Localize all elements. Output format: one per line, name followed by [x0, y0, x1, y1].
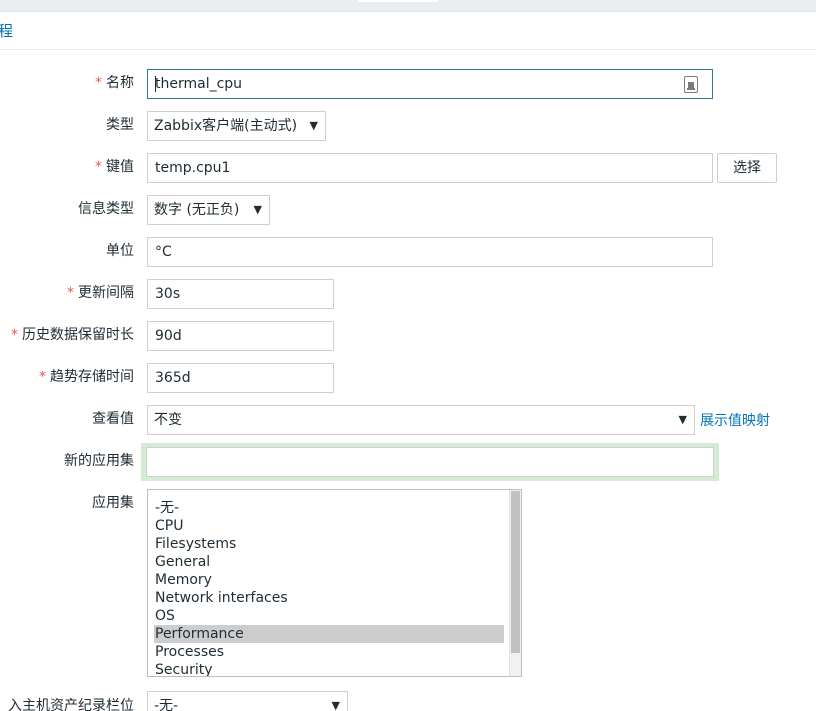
autofill-icon[interactable] — [684, 76, 698, 93]
new-application-input[interactable] — [146, 447, 714, 477]
key-input[interactable]: temp.cpu1 — [147, 153, 713, 183]
trends-label: * 趋势存储时间 — [39, 367, 134, 387]
units-label: 单位 — [106, 243, 134, 259]
active-tab[interactable] — [358, 0, 438, 2]
info-type-select-value: 数字 (无正负) — [154, 202, 240, 218]
key-select-button[interactable]: 选择 — [717, 153, 777, 183]
application-option[interactable]: -无- — [154, 499, 504, 517]
key-label-text: 键值 — [106, 159, 134, 175]
key-label: * 键值 — [95, 157, 134, 177]
value-map-select[interactable]: 不变 ▼ — [147, 405, 695, 435]
type-select-value: Zabbix客户端(主动式) — [154, 118, 298, 134]
breadcrumb-divider — [0, 49, 816, 50]
trends-label-text: 趋势存储时间 — [50, 369, 134, 385]
top-tab-bar — [0, 0, 816, 12]
show-value-mappings-link[interactable]: 展示值映射 — [700, 411, 770, 431]
name-input-value: thermal_cpu — [155, 76, 243, 92]
trends-input[interactable]: 365d — [147, 363, 334, 393]
history-label-text: 历史数据保留时长 — [22, 327, 134, 343]
applications-label: 应用集 — [92, 495, 134, 511]
application-option[interactable]: Network interfaces — [154, 589, 504, 607]
application-option[interactable]: Memory — [154, 571, 504, 589]
listbox-scrollbar[interactable] — [509, 490, 521, 676]
applications-listbox[interactable]: -无- CPU Filesystems General Memory Netwo… — [147, 489, 522, 677]
name-input[interactable]: thermal_cpu — [147, 69, 713, 99]
required-marker: * — [67, 285, 74, 301]
application-option[interactable]: CPU — [154, 517, 504, 535]
breadcrumb[interactable]: 程 — [0, 20, 18, 42]
application-option[interactable]: Processes — [154, 643, 504, 661]
dropdown-arrow-icon: ▼ — [309, 119, 318, 132]
required-marker: * — [95, 75, 102, 91]
history-input[interactable]: 90d — [147, 321, 334, 351]
inventory-field-label: 入主机资产纪录栏位 — [8, 698, 134, 711]
dropdown-arrow-icon: ▼ — [678, 413, 687, 426]
listbox-scroll-thumb[interactable] — [511, 491, 520, 653]
value-map-label: 查看值 — [92, 411, 134, 427]
type-select[interactable]: Zabbix客户端(主动式) ▼ — [147, 111, 326, 141]
name-label-text: 名称 — [106, 75, 134, 91]
required-marker: * — [39, 369, 46, 385]
inventory-field-select[interactable]: -无- ▼ — [147, 691, 348, 711]
application-option[interactable]: Security — [154, 661, 504, 676]
name-label: * 名称 — [95, 73, 134, 93]
application-option[interactable]: General — [154, 553, 504, 571]
new-application-highlight — [141, 443, 719, 481]
info-type-label: 信息类型 — [78, 201, 134, 217]
required-marker: * — [11, 327, 18, 343]
value-map-select-value: 不变 — [154, 412, 182, 428]
dropdown-arrow-icon: ▼ — [331, 699, 340, 711]
application-option[interactable]: OS — [154, 607, 504, 625]
required-marker: * — [95, 159, 102, 175]
inventory-field-select-value: -无- — [154, 698, 179, 711]
info-type-select[interactable]: 数字 (无正负) ▼ — [147, 195, 270, 225]
dropdown-arrow-icon: ▼ — [253, 203, 262, 216]
update-interval-input[interactable]: 30s — [147, 279, 334, 309]
units-input[interactable]: °C — [147, 237, 713, 267]
history-label: * 历史数据保留时长 — [11, 325, 134, 345]
application-option[interactable]: Filesystems — [154, 535, 504, 553]
application-option-selected[interactable]: Performance — [154, 625, 504, 643]
type-label: 类型 — [106, 117, 134, 133]
update-interval-label: * 更新间隔 — [67, 283, 134, 303]
update-interval-label-text: 更新间隔 — [78, 285, 134, 301]
new-application-label: 新的应用集 — [64, 453, 134, 469]
